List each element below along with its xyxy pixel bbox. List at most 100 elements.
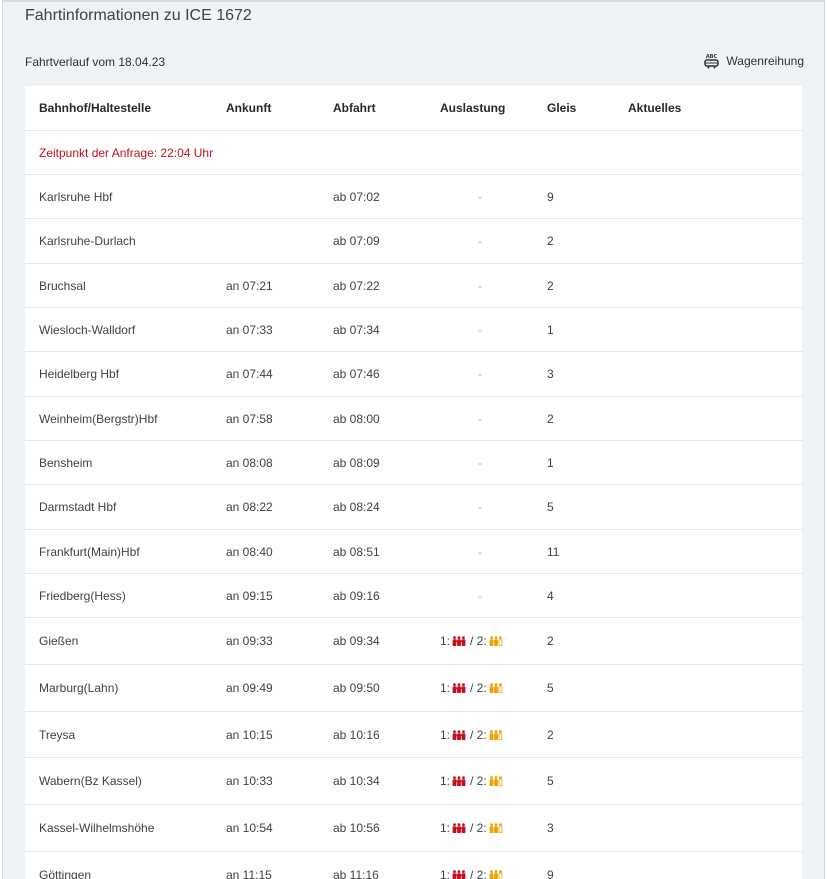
departure-time: ab 09:16 [333, 588, 380, 603]
table-row: Wabern(Bz Kassel) an 10:33 ab 10:34 1: / 2: 5 [25, 758, 802, 805]
occupancy-none: - [478, 234, 482, 248]
query-time-text: Zeitpunkt der Anfrage: 22:04 Uhr [39, 146, 214, 160]
track-number: 5 [547, 681, 554, 695]
arrival-time: an 09:33 [226, 634, 273, 648]
occupancy-second-class-label: / 2: [470, 867, 487, 879]
occupancy-none: - [478, 411, 482, 426]
occupancy-indicator: 1: / 2: [440, 868, 503, 879]
table-row: Marburg(Lahn) an 09:49 ab 09:50 1: / 2: 5 [25, 665, 802, 712]
station-name: Frankfurt(Main)Hbf [39, 544, 140, 559]
station-name: Heidelberg Hbf [39, 367, 120, 381]
occupancy-none: - [478, 455, 482, 470]
track-number: 2 [547, 234, 554, 248]
occupancy-first-class-label: 1: [440, 867, 451, 879]
table-row: Darmstadt Hbf an 08:22 ab 08:24 - 5 [25, 485, 802, 530]
table-row: Bruchsal an 07:21 ab 07:22 - 2 [25, 264, 802, 308]
table-body: Karlsruhe Hbf ab 07:02 - 9 Karlsruhe-Durlach… [25, 175, 802, 879]
occupancy-medium-icon [489, 869, 503, 879]
arrival-time: an 07:44 [226, 367, 273, 381]
occupancy-indicator: 1: / 2: [440, 634, 503, 648]
occupancy-high-icon [452, 776, 466, 786]
column-header-track: Gleis [547, 101, 577, 115]
departure-time: ab 10:56 [333, 821, 380, 835]
route-date-label: Fahrtverlauf vom 18.04.23 [25, 55, 166, 69]
occupancy-none: - [478, 322, 482, 337]
table-row: Kassel-Wilhelmshöhe an 10:54 ab 10:56 1: / 2… [25, 805, 802, 852]
departure-time: ab 10:34 [333, 774, 380, 788]
occupancy-medium-icon [489, 823, 503, 833]
table-row: Gießen an 09:33 ab 09:34 1: / 2: 2 [25, 618, 802, 665]
query-time-row: Zeitpunkt der Anfrage: 22:04 Uhr [25, 131, 802, 175]
station-name: Wabern(Bz Kassel) [39, 774, 142, 788]
track-number: 2 [547, 411, 554, 426]
occupancy-none: - [478, 367, 482, 381]
arrival-time: an 11:15 [226, 867, 272, 879]
occupancy-second-class-label: / 2: [470, 821, 487, 835]
station-name: Marburg(Lahn) [39, 681, 119, 695]
arrival-time: an 08:40 [226, 544, 273, 559]
occupancy-none: - [478, 500, 482, 514]
occupancy-second-class-label: / 2: [470, 727, 487, 742]
column-header-station: Bahnhof/Haltestelle [39, 101, 152, 115]
table-row: Karlsruhe-Durlach ab 07:09 - 2 [25, 219, 802, 264]
station-name: Wiesloch-Walldorf [39, 322, 136, 337]
arrival-time: an 10:33 [226, 774, 273, 788]
occupancy-none: - [478, 588, 482, 603]
arrival-time: an 08:08 [226, 455, 273, 470]
occupancy-first-class-label: 1: [440, 681, 451, 695]
occupancy-first-class-label: 1: [440, 634, 451, 648]
station-name: Gießen [39, 634, 79, 648]
occupancy-indicator: 1: / 2: [440, 681, 503, 695]
occupancy-high-icon [452, 729, 466, 740]
track-number: 3 [547, 367, 554, 381]
wagon-order-button[interactable]: ABC Wagenreihung [704, 53, 804, 69]
arrival-time: an 07:21 [226, 278, 273, 293]
departure-time: ab 11:16 [333, 867, 379, 879]
occupancy-indicator: 1: / 2: [440, 821, 503, 835]
train-carriage-abc-icon: ABC [704, 54, 720, 69]
arrival-time: an 10:15 [226, 727, 273, 742]
station-name: Göttingen [39, 867, 92, 879]
departure-time: ab 08:24 [333, 500, 380, 514]
table-row: Friedberg(Hess) an 09:15 ab 09:16 - 4 [25, 574, 802, 618]
arrival-time: an 10:54 [226, 821, 273, 835]
occupancy-medium-icon [489, 729, 503, 740]
departure-time: ab 08:09 [333, 455, 380, 470]
occupancy-indicator: 1: / 2: [440, 774, 503, 788]
column-header-current: Aktuelles [628, 101, 682, 115]
occupancy-first-class-label: 1: [440, 774, 451, 788]
train-info-panel: Fahrtinformationen zu ICE 1672 Fahrtverl… [2, 0, 825, 879]
table-row: Karlsruhe Hbf ab 07:02 - 9 [25, 175, 802, 219]
occupancy-none: - [478, 278, 482, 293]
departure-time: ab 08:51 [333, 544, 380, 559]
page-title: Fahrtinformationen zu ICE 1672 [25, 7, 252, 24]
table-row: Wiesloch-Walldorf an 07:33 ab 07:34 - 1 [25, 308, 802, 352]
departure-time: ab 07:09 [333, 234, 380, 248]
station-name: Treysa [39, 727, 76, 742]
station-name: Friedberg(Hess) [39, 588, 126, 603]
table-row: Bensheim an 08:08 ab 08:09 - 1 [25, 441, 802, 485]
occupancy-second-class-label: / 2: [470, 634, 487, 648]
occupancy-second-class-label: / 2: [470, 774, 487, 788]
track-number: 9 [547, 867, 554, 879]
route-table: Bahnhof/Haltestelle Ankunft Abfahrt Ausl… [25, 86, 802, 879]
arrival-time: an 09:49 [226, 681, 273, 695]
departure-time: ab 09:34 [333, 634, 380, 648]
arrival-time: an 07:58 [226, 411, 273, 426]
occupancy-second-class-label: / 2: [470, 681, 487, 695]
station-name: Darmstadt Hbf [39, 500, 117, 514]
occupancy-high-icon [452, 683, 466, 693]
occupancy-none: - [478, 544, 482, 559]
arrival-time: an 07:33 [226, 322, 273, 337]
track-number: 2 [547, 634, 554, 648]
table-header-row: Bahnhof/Haltestelle Ankunft Abfahrt Ausl… [25, 86, 802, 131]
departure-time: ab 10:16 [333, 727, 380, 742]
occupancy-high-icon [452, 636, 466, 646]
station-name: Weinheim(Bergstr)Hbf [39, 411, 158, 426]
occupancy-none: - [478, 189, 482, 204]
occupancy-first-class-label: 1: [440, 821, 451, 835]
departure-time: ab 07:46 [333, 367, 380, 381]
arrival-time: an 09:15 [226, 588, 273, 603]
track-number: 5 [547, 500, 554, 514]
station-name: Kassel-Wilhelmshöhe [39, 821, 155, 835]
